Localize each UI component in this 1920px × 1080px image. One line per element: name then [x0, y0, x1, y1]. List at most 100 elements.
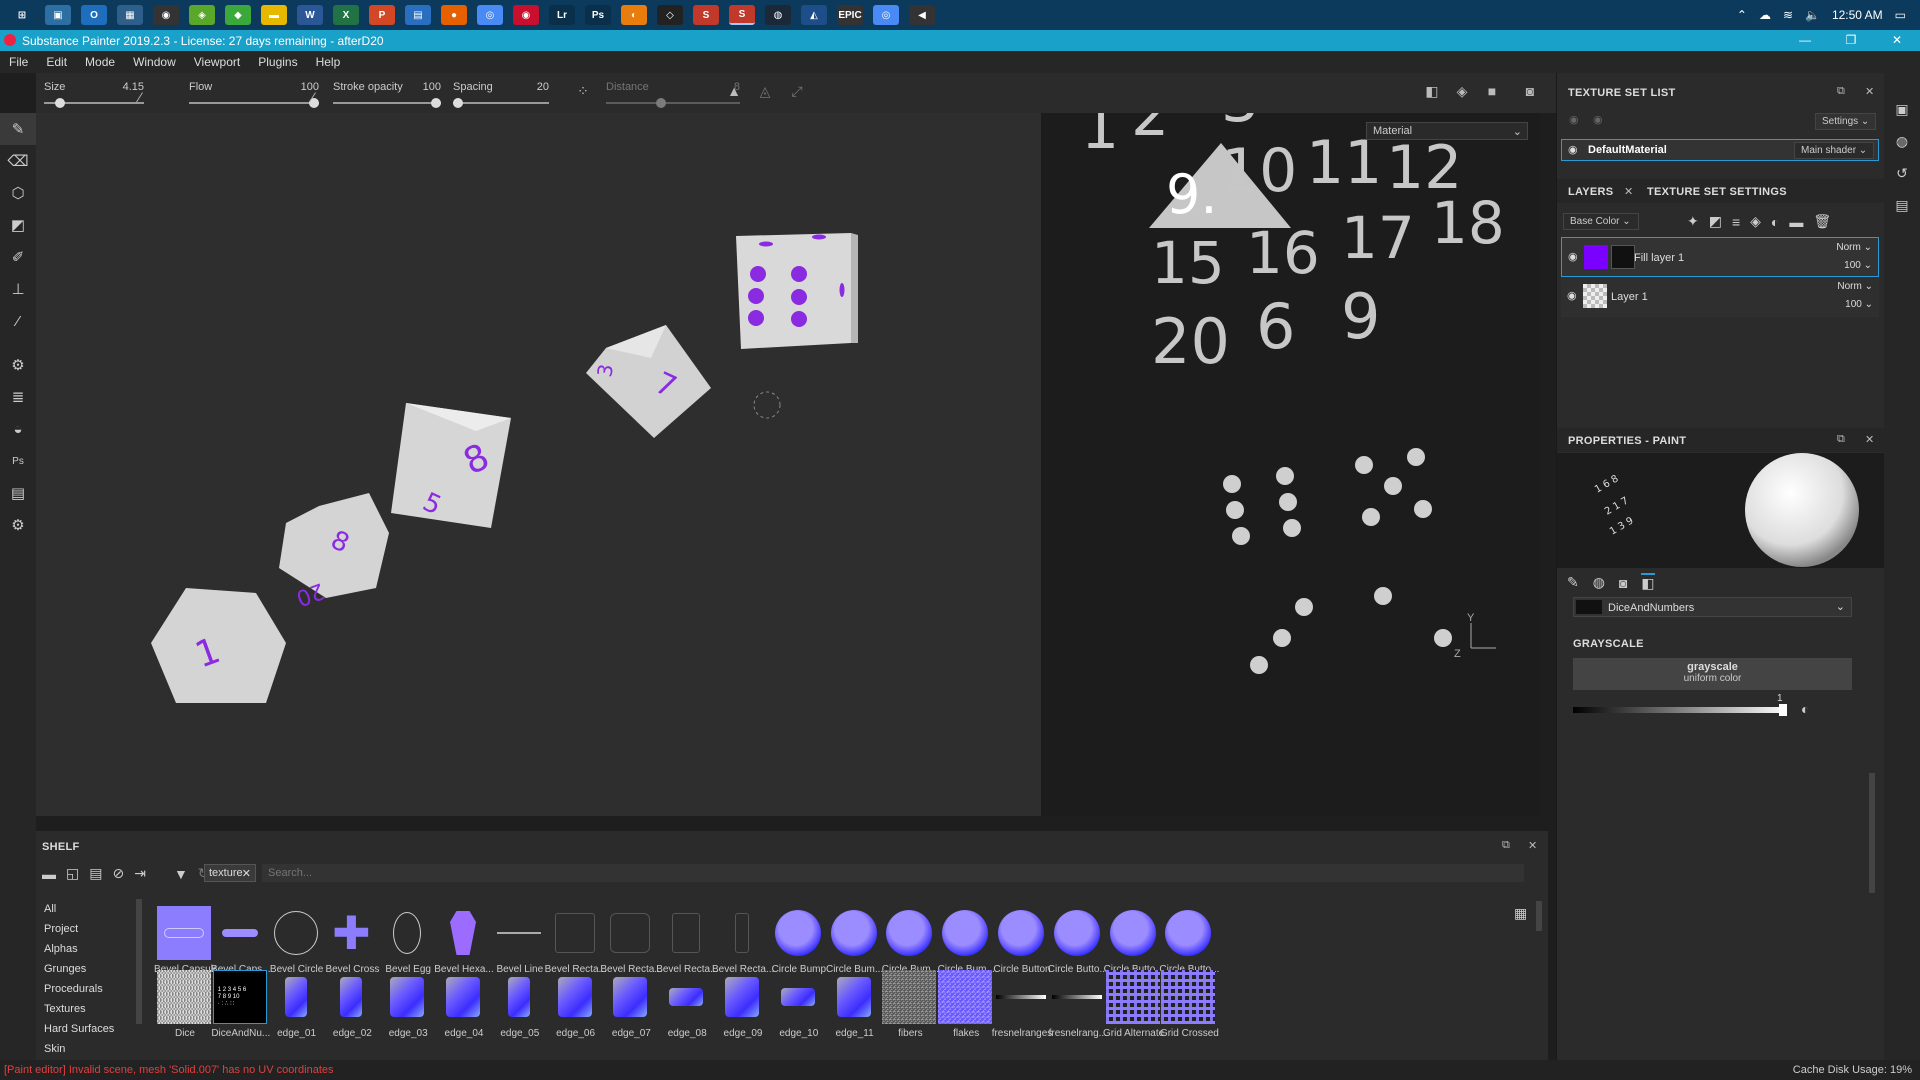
delete-layer-icon[interactable]: 🗑	[1813, 213, 1831, 230]
word-icon[interactable]: W	[297, 5, 323, 25]
plugin-icon[interactable]: ⚙	[0, 509, 36, 541]
steam-icon[interactable]: ◍	[765, 5, 791, 25]
game-launcher-icon[interactable]: ◭	[801, 5, 827, 25]
symmetry-mirror-icon[interactable]: ◬	[756, 83, 774, 101]
split-view-icon[interactable]: ◧	[1423, 83, 1441, 101]
category-scrollbar[interactable]	[136, 899, 142, 1024]
close-icon[interactable]: ✕	[1528, 839, 1537, 852]
viewport-mode-dropdown[interactable]: Material ⌄	[1366, 122, 1528, 140]
add-folder-icon[interactable]: ▬	[1789, 214, 1803, 230]
shelf-asset[interactable]: fresnelrang...	[1047, 970, 1107, 1046]
calculator-icon[interactable]: ▦	[117, 5, 143, 25]
substance-designer-icon[interactable]: S	[693, 5, 719, 25]
fill-color-thumbnail[interactable]	[1584, 245, 1608, 269]
explorer-icon[interactable]: ▬	[261, 5, 287, 25]
export-icon[interactable]: ▤	[0, 477, 36, 509]
shelf-asset[interactable]: edge_08	[656, 970, 716, 1046]
symmetry-icon[interactable]: ▲	[725, 83, 743, 101]
clone-stamp-icon[interactable]: ⊥	[0, 273, 36, 305]
photos-icon[interactable]: ▣	[45, 5, 71, 25]
folder-icon[interactable]: ▬	[42, 866, 56, 882]
menu-file[interactable]: File	[0, 55, 37, 69]
vpn-icon[interactable]: ◉	[513, 5, 539, 25]
chevron-up-icon[interactable]: ⌃	[1737, 8, 1747, 22]
close-icon[interactable]: ✕	[1865, 433, 1874, 446]
stroke-opacity-slider-handle[interactable]	[431, 98, 441, 108]
brush-tab-icon[interactable]: ✎	[1567, 574, 1579, 591]
substance-painter-icon[interactable]: S	[729, 5, 755, 25]
menu-window[interactable]: Window	[124, 55, 185, 69]
distance-slider[interactable]: Distance 8	[606, 77, 740, 109]
shelf-asset[interactable]: edge_09	[712, 970, 772, 1046]
texture-set-list-icon[interactable]: ▣	[1884, 93, 1920, 125]
photoshop-export-icon[interactable]: Ps	[0, 445, 36, 477]
menu-help[interactable]: Help	[307, 55, 350, 69]
grayscale-slider-handle[interactable]	[1779, 704, 1787, 716]
chrome-icon[interactable]: ◎	[477, 5, 503, 25]
shelf-category-skin[interactable]: Skin	[44, 1039, 114, 1059]
chrome-2-icon[interactable]: ◎	[873, 5, 899, 25]
spacing-slider-handle[interactable]	[453, 98, 463, 108]
color-picker-icon[interactable]: ⁄	[0, 305, 36, 337]
excel-icon[interactable]: X	[333, 5, 359, 25]
notifications-icon[interactable]: ▭	[1895, 8, 1906, 22]
3d-viewport[interactable]: 7 3 8 5 8 20 1 1 2 3	[36, 113, 1540, 816]
close-tab-icon[interactable]: ✕	[1624, 185, 1633, 198]
paint-brush-icon[interactable]: ✎	[0, 113, 36, 145]
import-icon[interactable]: ⇥	[134, 865, 146, 882]
material-tab-icon[interactable]: ◍	[1593, 574, 1605, 591]
texture-set-row[interactable]: ◉ DefaultMaterial Main shader ⌄	[1561, 139, 1879, 161]
visibility-alt-icon[interactable]: ◉	[1593, 113, 1603, 126]
screenshot-icon[interactable]: ◙	[1521, 83, 1539, 101]
pen-pressure-icon[interactable]: ⁄	[131, 89, 149, 107]
history-icon[interactable]: ↺	[1884, 157, 1920, 189]
uv-texture-view[interactable]: 1 2 3 9. 10 11 12 15 16 17 18 20 6 9	[1041, 113, 1540, 816]
add-layer-icon[interactable]: ≡	[1732, 214, 1740, 230]
stencil-tab-icon[interactable]: ◧	[1641, 573, 1655, 592]
shelf-search-input[interactable]	[262, 864, 1524, 882]
shelf-asset[interactable]: edge_02	[321, 970, 381, 1046]
opacity-dropdown[interactable]: 100 ⌄	[1844, 260, 1872, 271]
menu-edit[interactable]: Edit	[37, 55, 76, 69]
remove-filter-icon[interactable]: ✕	[242, 867, 251, 880]
filter-tag[interactable]: texture ✕	[204, 864, 256, 882]
clock[interactable]: 12:50 AM	[1832, 8, 1883, 22]
spacing-slider[interactable]: Spacing 20	[453, 77, 549, 109]
shelf-asset[interactable]: fresnelranges	[991, 970, 1052, 1046]
shelf-asset[interactable]: edge_03	[377, 970, 437, 1046]
lazy-mouse-icon[interactable]: ⁘	[574, 83, 592, 101]
tab-layers[interactable]: LAYERS	[1568, 186, 1613, 198]
layer-row-paint-1[interactable]: ◉ Layer 1 Norm ⌄ 100 ⌄	[1561, 277, 1879, 317]
stroke-opacity-slider[interactable]: Stroke opacity 100	[333, 77, 441, 109]
layer-row-fill-1[interactable]: ◉ Fill layer 1 Norm ⌄ 100 ⌄	[1561, 237, 1879, 277]
close-icon[interactable]: ✕	[1865, 85, 1874, 98]
minimize-button[interactable]: —	[1782, 30, 1828, 51]
camera-icon[interactable]: ■	[1483, 83, 1501, 101]
windows-start-icon[interactable]: ⊞	[9, 5, 35, 25]
smudge-icon[interactable]: ✐	[0, 241, 36, 273]
alpha-tab-icon[interactable]: ◙	[1619, 575, 1627, 591]
shelf-category-procedurals[interactable]: Procedurals	[44, 979, 114, 999]
mask-thumbnail[interactable]	[1611, 245, 1635, 269]
layer-thumbnail[interactable]	[1583, 284, 1607, 308]
grayscale-slider[interactable]	[1573, 707, 1787, 713]
flow-slider[interactable]: Flow 100	[189, 77, 319, 109]
add-effect-icon[interactable]: ✦	[1687, 213, 1699, 230]
eye-icon[interactable]: ◉	[1567, 289, 1577, 302]
geforce-icon[interactable]: ◈	[189, 5, 215, 25]
shelf-asset[interactable]: edge_10	[768, 970, 828, 1046]
cube-view-icon[interactable]: ◈	[1453, 83, 1471, 101]
undock-icon[interactable]: ⧉	[1502, 839, 1510, 852]
shelf-asset[interactable]: Grid Crossed	[1158, 970, 1219, 1046]
volume-icon[interactable]: 🔈	[1805, 8, 1820, 22]
outlook-icon[interactable]: O	[81, 5, 107, 25]
color-picker-icon[interactable]: ◐	[1801, 701, 1809, 717]
obs-icon[interactable]: ◉	[153, 5, 179, 25]
shelf-category-project[interactable]: Project	[44, 919, 114, 939]
size-slider-handle[interactable]	[55, 98, 65, 108]
blender-icon[interactable]: ◐	[621, 5, 647, 25]
channel-dropdown[interactable]: Base Color ⌄	[1563, 213, 1639, 230]
projection-icon[interactable]: ⬡	[0, 177, 36, 209]
undock-icon[interactable]: ⧉	[1837, 85, 1845, 98]
add-smart-material-icon[interactable]: ◐	[1771, 214, 1779, 230]
